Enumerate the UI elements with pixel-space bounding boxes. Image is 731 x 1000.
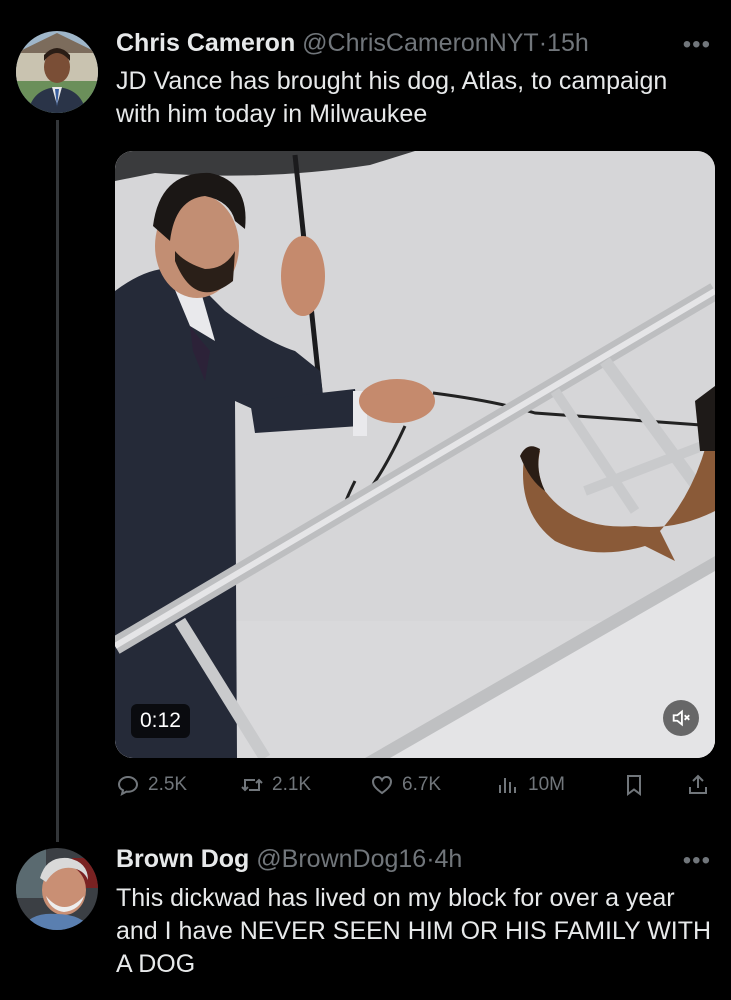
more-icon[interactable]: ••• [683, 847, 711, 875]
author-name[interactable]: Brown Dog [116, 845, 249, 873]
mute-icon[interactable] [663, 700, 699, 736]
avatar[interactable] [16, 848, 98, 930]
video-frame [115, 151, 715, 758]
reply-count: 2.5K [148, 774, 188, 795]
reply-icon [117, 775, 139, 796]
tweet-header: Brown Dog @BrownDog16·4h [116, 845, 462, 874]
share-icon [689, 774, 707, 794]
video-player[interactable]: 0:12 [115, 151, 715, 758]
views-button[interactable]: 10M [496, 773, 565, 797]
thread-line [56, 120, 59, 842]
bookmark-icon [627, 775, 641, 796]
repost-icon [241, 778, 263, 792]
separator: · [538, 29, 548, 57]
tweet-header: Chris Cameron @ChrisCameronNYT·15h [116, 29, 589, 58]
views-icon [499, 778, 516, 793]
author-handle[interactable]: @ChrisCameronNYT [302, 29, 539, 57]
timestamp[interactable]: 4h [435, 845, 463, 873]
share-button[interactable] [686, 773, 710, 797]
repost-button[interactable]: 2.1K [240, 773, 311, 797]
view-count: 10M [528, 774, 565, 795]
author-name[interactable]: Chris Cameron [116, 29, 295, 57]
repost-count: 2.1K [272, 774, 312, 795]
more-icon[interactable]: ••• [683, 31, 711, 59]
tweet-text: This dickwad has lived on my block for o… [116, 884, 712, 978]
heart-icon [371, 775, 393, 795]
video-duration: 0:12 [131, 704, 190, 738]
reply-button[interactable]: 2.5K [116, 773, 187, 797]
tweet-text: JD Vance has brought his dog, Atlas, to … [116, 67, 668, 128]
avatar[interactable] [16, 31, 98, 113]
bookmark-button[interactable] [622, 773, 646, 797]
action-bar: 2.5K 2.1K 6.7K 10M [116, 773, 716, 807]
timestamp[interactable]: 15h [547, 29, 589, 57]
like-button[interactable]: 6.7K [370, 773, 441, 797]
author-handle[interactable]: @BrownDog16 [256, 845, 426, 873]
separator: · [426, 845, 435, 873]
like-count: 6.7K [402, 774, 442, 795]
